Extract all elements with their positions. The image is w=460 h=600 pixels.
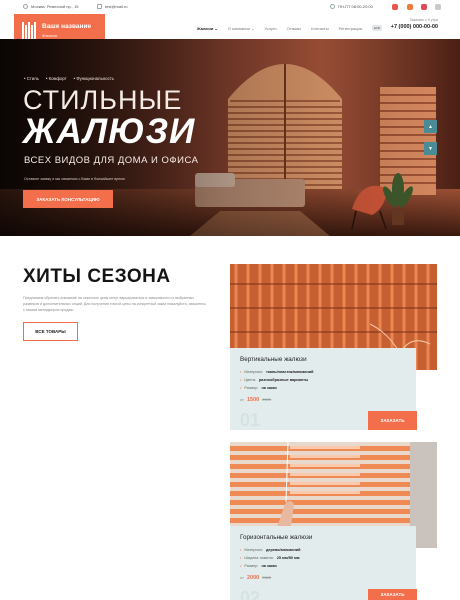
- slider-down-arrow-icon[interactable]: ▼: [424, 142, 437, 155]
- price-old: 2000: [262, 397, 272, 402]
- product-spec: Размер:на заказ: [240, 564, 277, 568]
- main-nav: Жалюзи ⌄ О компании ⌄ Услуги Отзывы Конт…: [197, 25, 382, 31]
- product-title: Горизонтальные жалюзи: [240, 534, 313, 541]
- hero-note: Оставьте заявку и мы свяжемся с Вами в б…: [24, 177, 125, 181]
- hero-tag: Стиль: [24, 76, 39, 81]
- slider-up-arrow-icon[interactable]: ▲: [424, 120, 437, 133]
- card-number: 02: [240, 588, 261, 600]
- spec-value: дерево/алюминий: [266, 548, 301, 552]
- spec-label: Ширина ламели:: [244, 556, 274, 560]
- hero-tags: Стиль Комфорт Функциональность: [24, 76, 114, 81]
- phone-number[interactable]: +7 (000) 000-00-00: [378, 24, 438, 30]
- product-spec: Ширина ламели:25 мм/50 мм: [240, 556, 300, 560]
- order-button[interactable]: ЗАКАЗАТЬ: [368, 411, 417, 430]
- price-current: 1500: [246, 397, 260, 403]
- phone-hint: Заказать с 9 утра: [409, 18, 438, 22]
- mail-icon: [97, 4, 102, 9]
- spec-label: Материал:: [244, 370, 263, 374]
- spec-label: Размер:: [244, 386, 259, 390]
- hero-tag: Функциональность: [74, 76, 114, 81]
- hero-tag: Комфорт: [46, 76, 67, 81]
- vk-icon[interactable]: [407, 4, 413, 10]
- nav-item-reviews[interactable]: Отзывы: [287, 26, 302, 31]
- address-text: Москва, Ремесной пр., 15: [31, 4, 79, 9]
- logo-subtitle: Жалюзи: [42, 32, 58, 38]
- nav-item-blinds[interactable]: Жалюзи ⌄: [197, 26, 218, 31]
- logo-title: Ваше название: [42, 22, 92, 30]
- section-title: ХИТЫ СЕЗОНА: [23, 266, 171, 287]
- consultation-button[interactable]: ЗАКАЗАТЬ КОНСУЛЬТАЦИЮ: [23, 190, 113, 208]
- hero-banner: Стиль Комфорт Функциональность СТИЛЬНЫЕ …: [0, 39, 460, 236]
- product-spec: Размер:на заказ: [240, 386, 277, 390]
- hero-subtitle: ВСЕХ ВИДОВ ДЛЯ ДОМА И ОФИСА: [24, 155, 199, 166]
- product-spec: Цвета:разнообразные варианты: [240, 378, 308, 382]
- email-link[interactable]: test@mail.ru: [105, 4, 128, 9]
- nav-item-register[interactable]: Регистрация: [339, 26, 362, 31]
- location-icon: [23, 4, 28, 9]
- email-item[interactable]: test@mail.ru: [97, 4, 128, 9]
- whatsapp-icon[interactable]: [435, 4, 441, 10]
- product-spec: Материал:дерево/алюминий: [240, 548, 300, 552]
- spec-label: Размер:: [244, 564, 259, 568]
- price-row: от 2000 2500: [240, 575, 271, 581]
- nav-item-label: Жалюзи: [197, 25, 214, 31]
- address-item: Москва, Ремесной пр., 15: [23, 4, 79, 9]
- product-title: Вертикальные жалюзи: [240, 356, 307, 363]
- spec-value: ткань/пластик/алюминий: [266, 370, 314, 374]
- chevron-down-icon: ⌄: [214, 25, 218, 31]
- chevron-down-icon: ⌄: [250, 25, 255, 31]
- nav-item-services[interactable]: Услуги: [264, 26, 276, 31]
- contact-block: Заказать с 9 утра +7 (000) 000-00-00: [378, 18, 438, 30]
- spec-value: на заказ: [261, 386, 277, 390]
- price-prefix: от: [240, 575, 244, 580]
- clock-icon: [330, 4, 335, 9]
- hours-item: ПН-ПТ 08:00-20:00: [330, 4, 373, 9]
- spec-value: на заказ: [261, 564, 277, 568]
- all-products-button[interactable]: ВСЕ ТОВАРЫ: [23, 322, 78, 341]
- spec-value: разнообразные варианты: [258, 378, 309, 382]
- odnoklassniki-icon[interactable]: [421, 4, 427, 10]
- price-current: 2000: [246, 575, 260, 581]
- nav-item-contacts[interactable]: Контакты: [311, 26, 328, 31]
- hero-title-line2: ЖАЛЮЗИ: [23, 112, 196, 151]
- nav-item-about[interactable]: О компании ⌄: [228, 26, 255, 31]
- hours-text: ПН-ПТ 08:00-20:00: [338, 4, 373, 9]
- spec-label: Материал:: [244, 548, 263, 552]
- spec-label: Цвета:: [244, 378, 256, 382]
- price-old: 2500: [262, 575, 272, 580]
- top-bar: Москва, Ремесной пр., 15 test@mail.ru ПН…: [0, 0, 460, 14]
- price-prefix: от: [240, 397, 244, 402]
- product-spec: Материал:ткань/пластик/алюминий: [240, 370, 313, 374]
- card-number: 01: [240, 410, 261, 430]
- nav-item-label: О компании: [227, 25, 250, 31]
- blinds-logo-icon: [22, 21, 36, 39]
- section-description: Предлагаем обратить внимание на сезонные…: [23, 296, 206, 312]
- price-row: от 1500 2000: [240, 397, 271, 403]
- order-button[interactable]: ЗАКАЗАТЬ: [368, 589, 417, 600]
- telegram-icon[interactable]: [392, 4, 398, 10]
- spec-value: 25 мм/50 мм: [276, 556, 300, 560]
